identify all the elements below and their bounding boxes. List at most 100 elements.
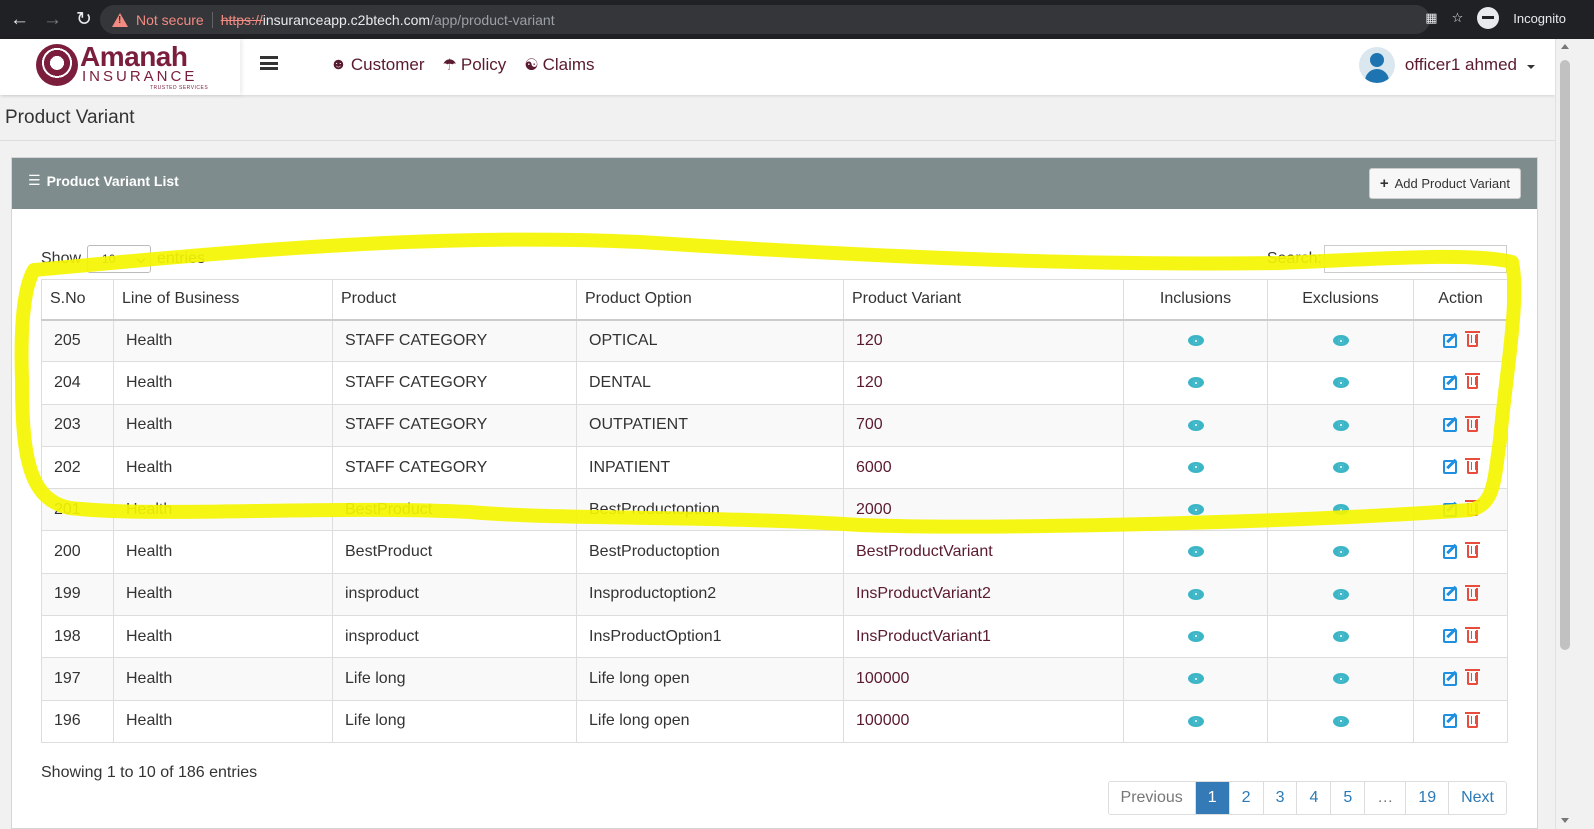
delete-icon[interactable] [1465,373,1480,390]
view-inclusions-icon[interactable] [1187,588,1204,600]
edit-icon[interactable] [1443,418,1457,432]
cell-product-variant: BestProductVariant [843,530,1124,574]
panel-header: ☰ Product Variant List + Add Product Var… [12,158,1537,209]
edit-icon[interactable] [1443,587,1457,602]
product-variant-table: S.No Line of Business Product Product Op… [41,279,1508,743]
view-exclusions-icon[interactable] [1332,461,1349,473]
delete-icon[interactable] [1465,500,1480,517]
cell-product-variant: InsProductVariant2 [843,572,1124,617]
view-exclusions-icon[interactable] [1332,630,1349,642]
page-19-button[interactable]: 19 [1405,782,1449,814]
view-exclusions-icon[interactable] [1332,377,1349,389]
edit-icon[interactable] [1443,460,1457,475]
view-inclusions-icon[interactable] [1187,715,1204,727]
cell-exclusions [1267,361,1414,405]
page-size-select[interactable]: 10 [87,245,152,273]
edit-icon[interactable] [1443,333,1457,348]
delete-icon[interactable] [1465,415,1480,432]
cell-line-of-business: Health [113,572,333,617]
user-icon: ☻ [330,56,347,73]
delete-icon[interactable] [1465,669,1480,686]
view-inclusions-icon[interactable] [1187,335,1204,347]
delete-icon[interactable] [1465,584,1480,601]
scrollbar-thumb[interactable] [1560,60,1570,650]
search-input[interactable] [1324,245,1507,273]
view-inclusions-icon[interactable] [1187,461,1204,473]
edit-icon[interactable] [1443,544,1457,559]
umbrella-icon: ☂ [442,57,457,74]
reload-icon[interactable]: ↻ [76,10,92,29]
cell-product: BestProduct [332,488,577,532]
cell-inclusions [1123,615,1268,659]
view-exclusions-icon[interactable] [1332,504,1349,516]
nav-customer[interactable]: ☻ Customer [330,55,425,75]
column-header[interactable]: Product Variant [843,279,1124,321]
incognito-icon[interactable] [1477,7,1500,29]
table-row: 204 Health STAFF CATEGORY DENTAL 120 [41,361,1508,405]
bookmark-star-icon[interactable]: ☆ [1452,10,1464,26]
page-1-button[interactable]: 1 [1194,782,1229,814]
scroll-up-icon[interactable] [1561,44,1569,49]
column-header[interactable]: Product Option [576,279,844,321]
edit-icon[interactable] [1443,502,1457,517]
column-header[interactable]: Line of Business [113,279,333,321]
cell-action [1413,445,1508,490]
view-inclusions-icon[interactable] [1187,546,1204,558]
table-info: Showing 1 to 10 of 186 entries [41,764,258,781]
view-inclusions-icon[interactable] [1187,673,1204,685]
nav-claims[interactable]: ☯ Claims [524,55,594,75]
user-menu[interactable]: officer1 ahmed [1358,47,1535,83]
delete-icon[interactable] [1465,331,1480,348]
view-exclusions-icon[interactable] [1332,419,1349,431]
delete-icon[interactable] [1465,542,1480,559]
column-header[interactable]: S.No [41,279,114,321]
cell-product-variant: InsProductVariant1 [843,615,1124,659]
column-header[interactable]: Exclusions [1267,279,1414,321]
edit-icon[interactable] [1443,629,1457,644]
plus-icon: + [1379,175,1389,192]
forward-icon[interactable]: → [43,10,62,29]
menu-toggle-icon[interactable] [260,56,278,70]
view-inclusions-icon[interactable] [1187,630,1204,642]
column-header[interactable]: Inclusions [1123,279,1268,321]
view-inclusions-icon[interactable] [1187,377,1204,389]
delete-icon[interactable] [1465,626,1480,643]
delete-icon[interactable] [1465,711,1480,728]
edit-icon[interactable] [1443,671,1457,686]
next-page-button[interactable]: Next [1448,782,1506,814]
cell-sno: 196 [41,699,114,743]
page-2-button[interactable]: 2 [1228,782,1263,814]
page-4-button[interactable]: 4 [1296,782,1331,814]
view-inclusions-icon[interactable] [1187,504,1204,516]
logo[interactable]: Amanah INSURANCE TRUSTED SERVICES [0,39,240,95]
view-exclusions-icon[interactable] [1332,673,1349,685]
page-3-button[interactable]: 3 [1262,782,1297,814]
cell-inclusions [1123,572,1268,617]
url-path: /app/product-variant [430,11,555,28]
page-5-button[interactable]: 5 [1330,782,1365,814]
add-product-variant-button[interactable]: + Add Product Variant [1368,168,1521,199]
cell-action [1413,615,1508,659]
scroll-down-icon[interactable] [1561,818,1569,823]
delete-icon[interactable] [1465,457,1480,474]
nav-policy[interactable]: ☂ Policy [443,55,507,75]
view-exclusions-icon[interactable] [1332,588,1349,600]
back-icon[interactable]: ← [10,10,29,29]
cell-inclusions [1123,699,1268,743]
cell-line-of-business: Health [113,361,333,405]
previous-page-button[interactable]: Previous [1108,782,1195,814]
view-exclusions-icon[interactable] [1332,546,1349,558]
view-inclusions-icon[interactable] [1187,419,1204,431]
cell-action [1413,699,1508,743]
view-exclusions-icon[interactable] [1332,715,1349,727]
edit-icon[interactable] [1443,714,1457,729]
cell-exclusions [1267,699,1414,743]
table-header-row: S.No Line of Business Product Product Op… [41,279,1508,321]
address-bar[interactable]: Not secure https://insuranceapp.c2btech.… [100,5,1430,34]
column-header[interactable]: Product [332,279,577,321]
qr-code-icon[interactable]: ▦ [1425,10,1437,26]
edit-icon[interactable] [1443,375,1457,390]
view-exclusions-icon[interactable] [1332,335,1349,347]
cell-sno: 203 [41,403,114,447]
cell-action [1413,488,1508,532]
